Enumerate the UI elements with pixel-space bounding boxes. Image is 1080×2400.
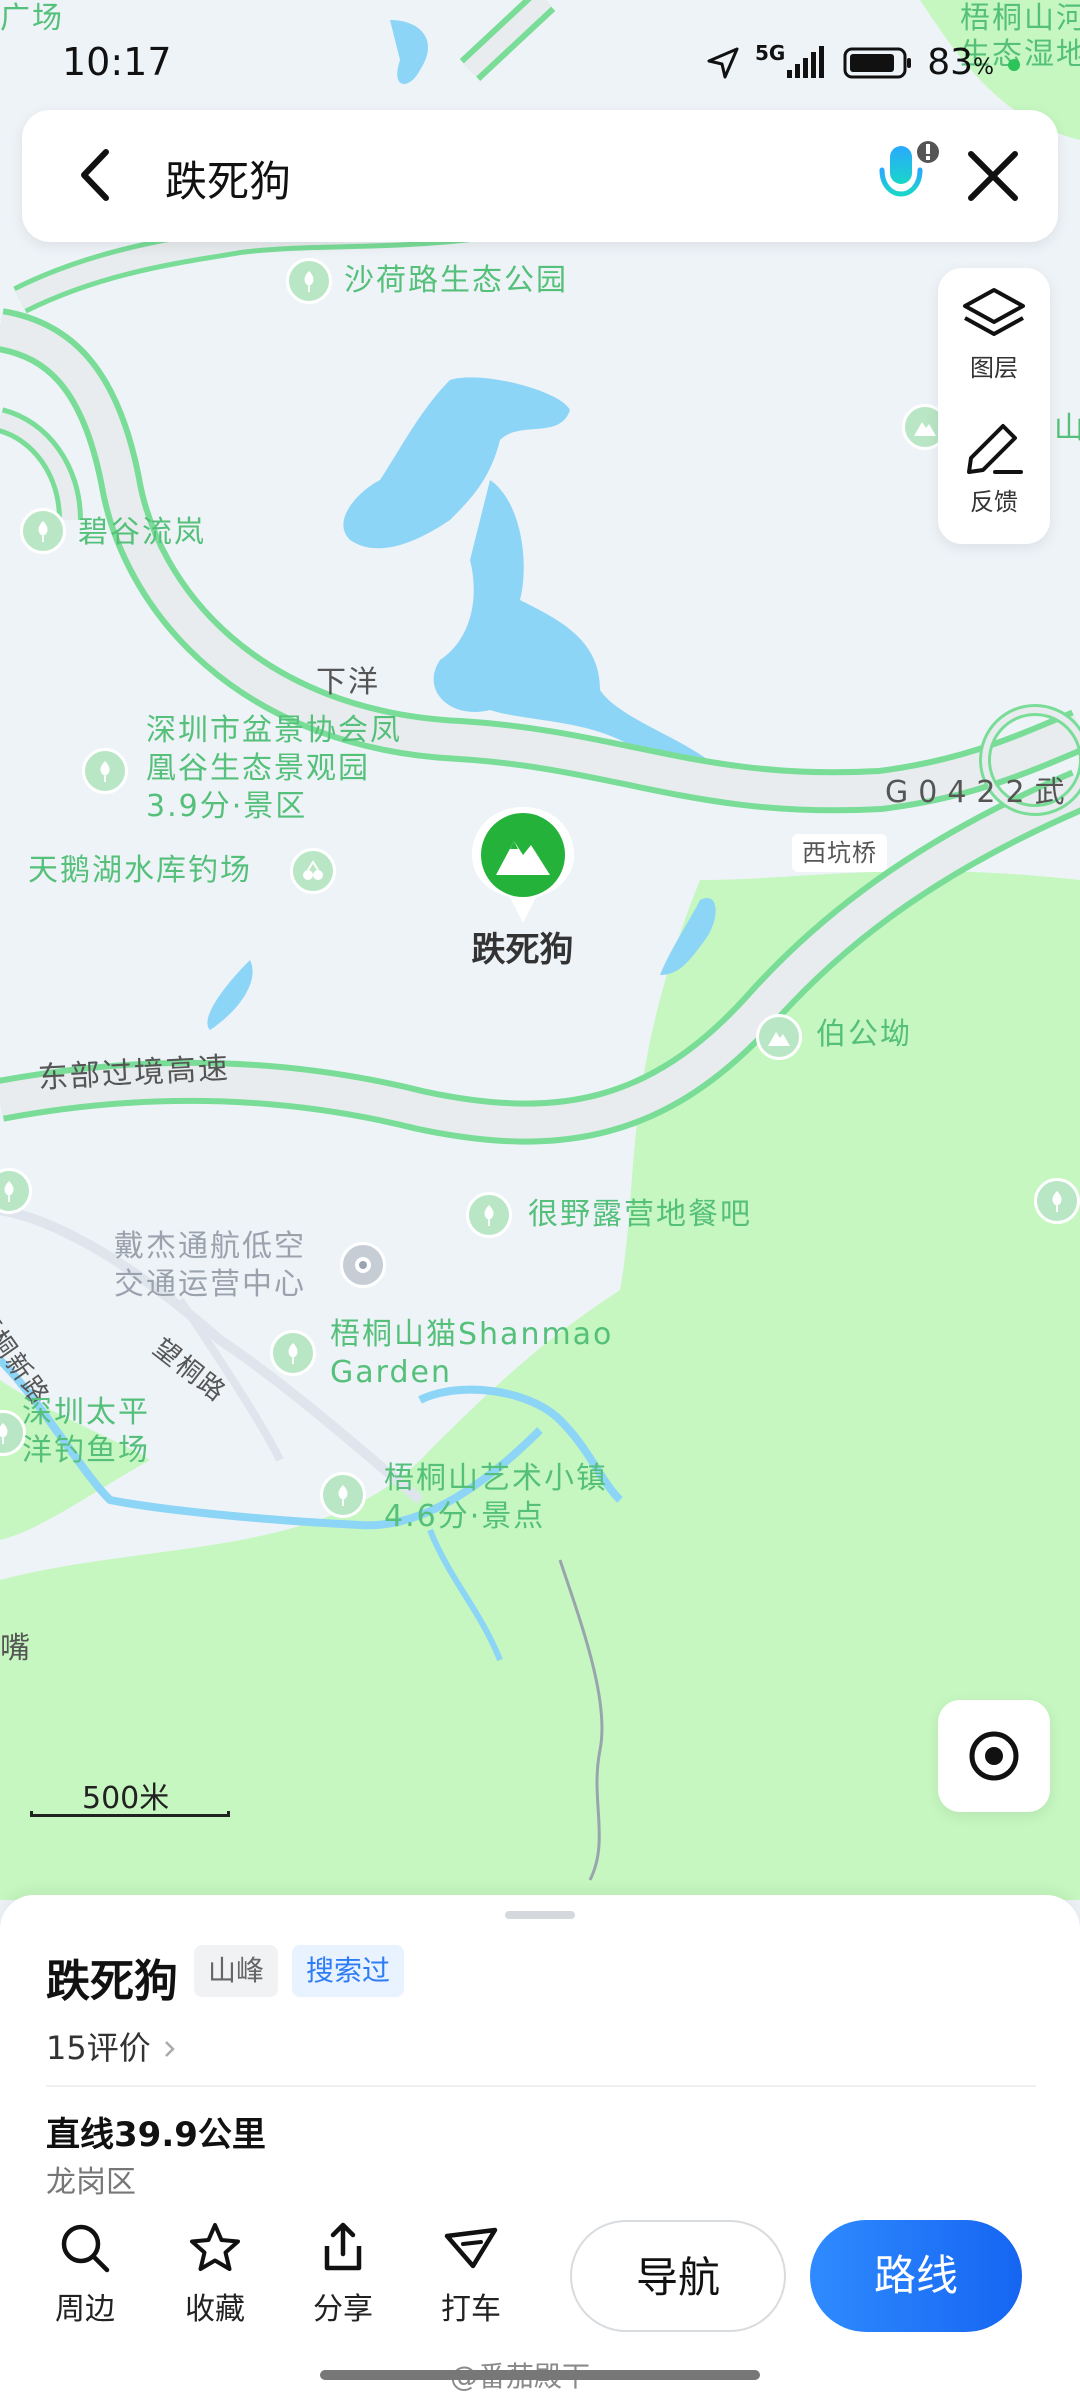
fishing-poi-icon[interactable]: [290, 848, 336, 894]
layers-label: 图层: [970, 354, 1018, 382]
map-label-art-town[interactable]: 梧桐山艺术小镇: [384, 1460, 608, 1498]
battery-icon: [843, 47, 912, 78]
place-district: 龙岗区: [46, 2165, 136, 2200]
scale-bar: [30, 1811, 230, 1817]
taxi-button[interactable]: 打车: [416, 2220, 526, 2328]
battery-value: 83: [927, 42, 974, 83]
route-button[interactable]: 路线: [810, 2220, 1022, 2332]
target-poi-icon[interactable]: [340, 1242, 386, 1288]
map-label-shanmao[interactable]: 梧桐山猫Shanmao: [330, 1316, 613, 1354]
reviews-count: 15评价: [46, 2029, 151, 2067]
navigate-button[interactable]: 导航: [570, 2220, 786, 2332]
map-label-bigu[interactable]: 碧谷流岚: [78, 514, 206, 552]
map-label-tiane[interactable]: 天鹅湖水库钓场: [28, 852, 252, 890]
map-label-bogong[interactable]: 伯公坳: [816, 1016, 912, 1054]
microphone-icon: [879, 141, 939, 207]
map-tools-panel: 图层 反馈: [938, 268, 1050, 544]
map-label-henye[interactable]: 很野露营地餐吧: [528, 1196, 752, 1234]
feedback-label: 反馈: [970, 488, 1018, 516]
search-bar: 跌死狗: [22, 110, 1058, 242]
status-icons: 5G 83%: [705, 40, 1020, 83]
back-button[interactable]: [62, 140, 132, 210]
park-poi-icon[interactable]: [320, 1472, 366, 1518]
sheet-drag-handle[interactable]: [505, 1911, 575, 1919]
close-button[interactable]: [957, 140, 1029, 212]
map-canvas[interactable]: 广场 梧桐山河 生态湿地 沙荷路生态公园 碧谷流岚 下洋 深圳市盆景协会凤 凰谷…: [0, 0, 1080, 1900]
selected-peak-pin[interactable]: [470, 805, 576, 925]
battery-percent: 83%: [927, 42, 994, 83]
edit-pencil-icon: [967, 424, 1023, 474]
map-label-penjing-2[interactable]: 凰谷生态景观园: [146, 750, 370, 788]
share-button[interactable]: 分享: [288, 2220, 398, 2328]
map-label-daijie[interactable]: 戴杰通航低空: [114, 1228, 306, 1266]
map-label-right-edge: 山: [1054, 411, 1080, 446]
map-label-taiping[interactable]: 深圳太平: [22, 1394, 150, 1432]
straight-line-distance: 直线39.9公里: [46, 2115, 266, 2155]
map-label-xiayang: 下洋: [316, 665, 380, 700]
favorite-button[interactable]: 收藏: [160, 2220, 270, 2328]
battery-unit: %: [973, 55, 994, 80]
nearby-button[interactable]: 周边: [30, 2220, 140, 2328]
share-icon: [324, 2222, 362, 2271]
park-poi-icon[interactable]: [286, 258, 332, 304]
share-label: 分享: [313, 2292, 373, 2327]
map-scale: 500米: [30, 1773, 230, 1817]
layers-button[interactable]: 图层: [938, 286, 1050, 383]
map-label-art-town-rating: 4.6分·景点: [384, 1499, 546, 1534]
close-icon: [968, 151, 1018, 201]
voice-search-button[interactable]: [872, 138, 944, 218]
place-name: 跌死狗: [46, 1956, 178, 2007]
feedback-button[interactable]: 反馈: [938, 420, 1050, 517]
status-time: 10:17: [62, 40, 172, 84]
park-poi-icon[interactable]: [20, 508, 66, 554]
selected-peak-label: 跌死狗: [471, 930, 574, 970]
taxi-label: 打车: [441, 2292, 501, 2327]
star-icon: [190, 2223, 240, 2271]
map-label-zui: 嘴: [0, 1631, 32, 1666]
locate-target-icon: [969, 1731, 1019, 1781]
map-label-xikengqiao: 西坑桥: [792, 834, 887, 872]
map-label-g0422: G0422武: [885, 775, 1075, 810]
divider: [46, 2085, 1036, 2087]
reviews-link[interactable]: 15评价: [46, 2023, 179, 2069]
status-bar: 10:17 5G 83%: [0, 30, 1080, 100]
search-icon: [61, 2224, 110, 2273]
park-poi-icon[interactable]: [466, 1192, 512, 1238]
map-label-shahe-park[interactable]: 沙荷路生态公园: [344, 262, 568, 300]
network-label: 5G: [754, 40, 786, 65]
place-type-tag: 山峰: [194, 1945, 279, 1997]
park-poi-icon[interactable]: [82, 748, 128, 794]
home-indicator[interactable]: [320, 2370, 760, 2380]
chevron-right-icon: [165, 2041, 175, 2057]
taxi-icon: [444, 2227, 498, 2269]
map-label-penjing[interactable]: 深圳市盆景协会凤: [146, 712, 402, 750]
privacy-dot: [1008, 58, 1020, 71]
chevron-left-icon: [81, 149, 109, 201]
searched-before-tag: 搜索过: [292, 1945, 405, 1997]
favorite-label: 收藏: [185, 2292, 245, 2327]
location-arrow-icon: [707, 47, 739, 78]
locate-me-button[interactable]: [938, 1700, 1050, 1812]
search-query[interactable]: 跌死狗: [165, 148, 291, 209]
map-label-shanmao-2[interactable]: Garden: [330, 1354, 452, 1392]
nearby-label: 周边: [55, 2292, 115, 2327]
layers-icon: [963, 288, 1025, 336]
park-poi-icon[interactable]: [1034, 1178, 1080, 1224]
park-poi-icon[interactable]: [270, 1330, 316, 1376]
map-label-daijie-2[interactable]: 交通运营中心: [114, 1266, 306, 1304]
map-label-taiping-2[interactable]: 洋钓鱼场: [22, 1432, 150, 1470]
mountain-poi-icon[interactable]: [756, 1014, 802, 1060]
signal-icon: [787, 45, 825, 78]
map-label-penjing-rating: 3.9分·景区: [146, 789, 308, 824]
